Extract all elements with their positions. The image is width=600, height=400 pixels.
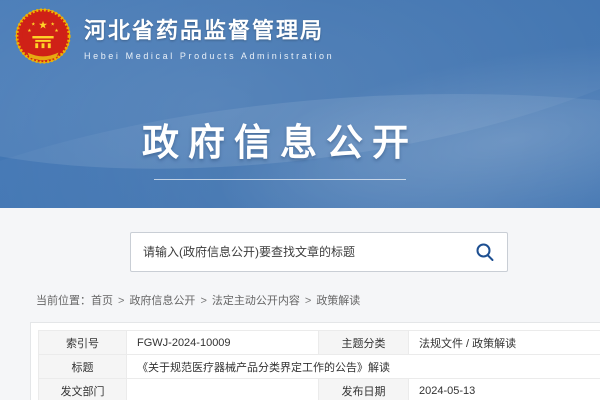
document-info-table: 索引号 FGWJ-2024-10009 主题分类 法规文件 / 政策解读 标题 … (38, 330, 600, 400)
breadcrumb-separator: > (305, 295, 311, 307)
table-row: 发文部门 发布日期 2024-05-13 (39, 379, 600, 400)
date-value: 2024-05-13 (409, 379, 600, 400)
search-input[interactable] (143, 245, 467, 259)
date-label: 发布日期 (319, 379, 409, 400)
breadcrumb: 当前位置：首页 > 政府信息公开 > 法定主动公开内容 > 政策解读 (36, 292, 360, 308)
svg-text:★: ★ (27, 28, 32, 34)
hero-header: ★ ★ ★ ★ ★ 河北省药品监督管理局 Hebei Medical Produ… (0, 0, 600, 208)
document-info-card: 索引号 FGWJ-2024-10009 主题分类 法规文件 / 政策解读 标题 … (30, 322, 600, 400)
category-label: 主题分类 (319, 331, 409, 355)
index-value: FGWJ-2024-10009 (127, 331, 319, 355)
index-label: 索引号 (39, 331, 127, 355)
svg-text:★: ★ (50, 21, 55, 27)
page: ★ ★ ★ ★ ★ 河北省药品监督管理局 Hebei Medical Produ… (0, 0, 600, 400)
table-row: 标题 《关于规范医疗器械产品分类界定工作的公告》解读 (39, 355, 600, 379)
svg-text:★: ★ (54, 28, 59, 34)
table-row: 索引号 FGWJ-2024-10009 主题分类 法规文件 / 政策解读 (39, 331, 600, 355)
banner-underline (154, 179, 406, 180)
category-value: 法规文件 / 政策解读 (409, 331, 600, 355)
svg-text:★: ★ (31, 21, 36, 27)
banner-title: 政府信息公开 (0, 112, 560, 166)
breadcrumb-separator: > (118, 295, 124, 307)
search-button[interactable] (475, 242, 495, 262)
svg-text:★: ★ (38, 19, 48, 31)
site-logo-link[interactable]: ★ ★ ★ ★ ★ 河北省药品监督管理局 Hebei Medical Produ… (14, 8, 334, 66)
search-box (130, 232, 508, 272)
org-name-en: Hebei Medical Products Administration (84, 51, 334, 61)
breadcrumb-item-policy[interactable]: 政策解读 (316, 295, 360, 307)
national-emblem-icon: ★ ★ ★ ★ ★ (14, 8, 72, 66)
breadcrumb-separator: > (200, 295, 206, 307)
org-text: 河北省药品监督管理局 Hebei Medical Products Admini… (84, 13, 334, 61)
department-label: 发文部门 (39, 379, 127, 400)
org-name-cn: 河北省药品监督管理局 (84, 13, 334, 45)
content-area: 当前位置：首页 > 政府信息公开 > 法定主动公开内容 > 政策解读 索引号 FGWJ-20… (0, 208, 600, 400)
department-value (127, 379, 319, 400)
breadcrumb-item-disclosure[interactable]: 法定主动公开内容 (212, 295, 300, 307)
breadcrumb-label: 当前位置： (36, 295, 91, 307)
banner: 政府信息公开 (0, 112, 560, 180)
title-value: 《关于规范医疗器械产品分类界定工作的公告》解读 (127, 355, 600, 379)
search-icon (475, 242, 495, 262)
breadcrumb-item-home[interactable]: 首页 (91, 295, 113, 307)
breadcrumb-item-gov-info[interactable]: 政府信息公开 (129, 295, 195, 307)
title-label: 标题 (39, 355, 127, 379)
